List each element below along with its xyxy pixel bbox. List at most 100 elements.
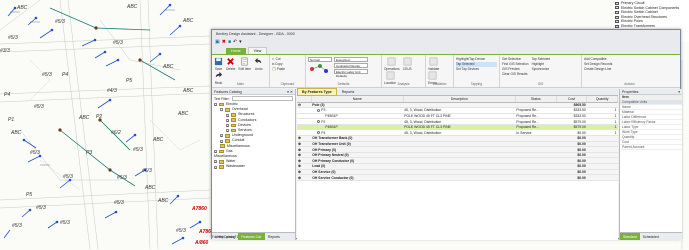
group-label: Validation xyxy=(432,82,447,86)
map-label: #5/3 xyxy=(30,150,40,156)
folder-icon xyxy=(219,160,224,164)
expand-icon: + xyxy=(226,113,229,118)
save-button[interactable]: Save xyxy=(214,57,223,71)
map-label: ABC xyxy=(153,137,164,143)
pin-icon[interactable]: ▾ ✕ xyxy=(287,90,293,94)
save-icon xyxy=(214,57,223,66)
save-icon[interactable]: ■ xyxy=(228,40,231,45)
edit-item-button[interactable]: Edit Item xyxy=(238,57,251,71)
map-label-red: A/860 xyxy=(195,240,209,246)
tab-center-reports[interactable]: Reports xyxy=(338,89,359,95)
set-tap-devices-button[interactable]: Set Tap Devices xyxy=(456,67,497,72)
legend-swatch xyxy=(615,20,619,24)
map-label: #5/3 xyxy=(114,200,124,206)
legend-swatch xyxy=(615,15,619,19)
map-label: ABC xyxy=(127,4,138,10)
create-design-line-button[interactable]: Create Design Line xyxy=(584,67,675,72)
map-label: #6/2 xyxy=(111,130,121,136)
undo-button[interactable]: Undo xyxy=(254,57,263,71)
tab-standard[interactable]: Standard xyxy=(620,233,640,240)
title-bar: Bentley Design Assistant - Designer - BD… xyxy=(212,30,680,38)
labor-unit-select[interactable]: Electric Labor Unit Defaults xyxy=(334,69,368,78)
paste-button[interactable]: 📋 Paste xyxy=(272,67,303,72)
expand-icon: + xyxy=(214,149,217,154)
expand-icon: + xyxy=(226,129,229,134)
folder-icon xyxy=(231,118,236,122)
panel-title: Properties xyxy=(622,90,639,94)
validate-button[interactable]: Validate xyxy=(428,57,439,71)
synchronize-button[interactable]: Synchronize xyxy=(532,67,550,72)
map-label: ABC xyxy=(145,185,156,191)
ribbon-group-clipboard: ✂ Cut ⧉ Copy 📋 Paste Clipboard xyxy=(270,55,306,87)
delete-icon xyxy=(227,58,235,65)
map-label: #4/3 xyxy=(107,88,117,94)
quick-access-toolbar: ▣ ✖ ■ ↶ ▾ xyxy=(212,38,680,47)
map-label: ABC xyxy=(183,88,194,94)
filter-input[interactable] xyxy=(231,96,293,101)
ceus-button[interactable]: CEUS xyxy=(403,57,412,71)
network-icon xyxy=(310,64,328,73)
pole-icon xyxy=(317,109,321,112)
collapse-icon: − xyxy=(214,103,217,108)
tab-by-features-type[interactable]: By Features Type xyxy=(297,88,337,96)
ribbon-group-defaults: Normal Energized Contractor/Vendor Elect… xyxy=(306,55,382,87)
undo-icon[interactable]: ↶ xyxy=(233,40,237,45)
group-label: Main xyxy=(237,82,244,86)
filter-label: Text Filter: xyxy=(214,96,230,101)
map-label: ABC xyxy=(11,130,22,136)
group-label: GIS xyxy=(537,82,544,86)
clear-gis-results-button[interactable]: Clear GIS Results xyxy=(502,72,529,77)
folder-icon xyxy=(225,134,230,138)
tab-features-catalog[interactable]: Features Cat. xyxy=(238,233,265,240)
delete-button[interactable]: Delete xyxy=(226,57,235,71)
tab-view[interactable]: View xyxy=(247,47,268,54)
redo-icon xyxy=(215,71,223,78)
operations-button[interactable]: Operations xyxy=(384,57,400,71)
close-x-icon[interactable]: ✖ xyxy=(222,40,226,45)
ribbon-group-tapping: Highlight/Tap Device Tap Selected Set Ta… xyxy=(454,55,500,87)
expand-icon: + xyxy=(214,160,217,165)
folder-icon xyxy=(225,139,230,143)
folder-icon xyxy=(225,108,230,112)
app-menu-icon[interactable]: ▣ xyxy=(215,40,220,45)
tree-node[interactable]: + Wastewater xyxy=(212,164,295,169)
map-label: ABC xyxy=(17,5,28,11)
feature-tree: − Electric − Overhead + Structures + Conduct… xyxy=(212,102,295,170)
errors-icon xyxy=(428,71,437,80)
folder-icon xyxy=(219,102,224,107)
map-label: #5/3 xyxy=(36,205,46,211)
features-table: Name Description Status Cost Quantity ⊖ P… xyxy=(297,96,618,181)
legend-swatch xyxy=(615,10,619,14)
group-label: Actions xyxy=(624,82,635,86)
map-label: #5/3 xyxy=(60,220,70,226)
map-label: #5/3 xyxy=(142,168,152,174)
table-row[interactable]: ⊕ OH Service Conductor (0) $0.00 xyxy=(297,174,618,181)
collapse-icon: − xyxy=(220,108,223,113)
operations-icon xyxy=(387,57,396,66)
property-row[interactable]: Parent Account xyxy=(620,145,682,150)
pin-icon[interactable]: ▾ xyxy=(678,90,680,94)
folder-icon xyxy=(219,149,224,154)
expand-icon: + xyxy=(226,123,229,128)
dropdown-icon[interactable]: ▾ xyxy=(239,40,242,45)
legend-swatch xyxy=(615,24,619,28)
contractor-select[interactable]: Contractor/Vendor xyxy=(334,63,368,68)
map-label: P2 xyxy=(96,114,103,120)
panel-title: Features Catalog xyxy=(214,90,242,94)
expand-icon: + xyxy=(220,139,223,144)
expand-icon: + xyxy=(214,165,217,170)
tab-scheduled[interactable]: Scheduled xyxy=(640,233,662,240)
map-label: #5/3 xyxy=(42,72,52,78)
map-label: ABC xyxy=(158,198,169,204)
style-select[interactable]: Normal xyxy=(308,57,332,62)
energized-select[interactable]: Energized xyxy=(334,57,368,62)
ribbon-group-analysis: Operations CEUS Location Analysis xyxy=(382,55,426,87)
window-title: Bentley Design Assistant - Designer - BD… xyxy=(216,32,295,36)
ribbon-tabs: Home View xyxy=(212,47,680,54)
map-label: #5/3 xyxy=(12,223,22,229)
status-bar-text: For Help, press F1 xyxy=(212,235,239,239)
tab-reports[interactable]: Reports xyxy=(265,233,283,240)
center-tabs: By Features Type Reports xyxy=(297,88,618,96)
map-label: P5 xyxy=(26,192,33,198)
right-panel-tabs: Standard Scheduled xyxy=(620,232,682,240)
